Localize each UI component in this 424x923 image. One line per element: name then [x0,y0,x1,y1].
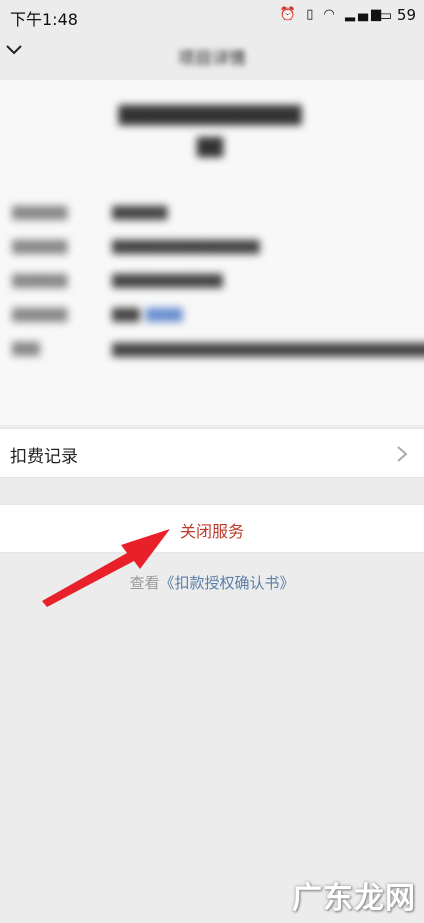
watermark: 广东龙网 [292,881,416,916]
detail-row-label: ██████ [12,274,68,288]
wifi-icon: ◠ [323,7,338,22]
detail-row: ███ ████████████████████████████████████… [12,334,424,414]
project-title: ██████████████ ██ [70,100,350,164]
battery-icon: ▭ [377,6,393,24]
detail-row: ██████ ████████████████ [12,232,402,266]
detail-row-value: ████████████ [112,274,223,288]
detail-rows: ██████ ██████ ██████ ████████████████ ██… [12,198,424,414]
alarm-icon: ⏰ [279,7,300,22]
detail-row: ██████ ███ ████ [12,300,402,334]
detail-row-label: ██████ [12,240,68,254]
project-title-line-2: ██ [196,138,224,158]
status-bar: 下午1:48 ⏰ ▯ ◠ ▂▄▆ ▭ 59 [0,0,424,30]
detail-row-label: ███ [12,342,40,356]
fee-records-label: 扣费记录 [10,447,78,467]
status-icons: ⏰ ▯ ◠ ▂▄▆ [280,7,384,22]
status-time: 下午1:48 [10,10,78,29]
page-title: 项目详情 [178,49,246,69]
vibrate-icon: ▯ [306,7,317,22]
detail-row-value: ██████ [112,206,168,220]
detail-row: ██████ ████████████ [12,266,402,300]
battery-indicator: ▭ 59 [378,6,416,24]
detail-row-label: ██████ [12,206,68,220]
detail-row: ██████ ██████ [12,198,402,232]
red-arrow-annotation [42,529,170,607]
fee-records-row[interactable]: 扣费记录 [0,428,424,478]
detail-row-label: ██████ [12,308,68,322]
project-detail-card: ██████████████ ██ ██████ ██████ ██████ █… [0,80,424,425]
nav-bar: 项目详情 [0,30,424,80]
detail-row-value-text: ███ [112,308,140,322]
detail-row-value: ████████████████ [112,240,260,254]
detail-row-link[interactable]: ████ [146,308,183,322]
battery-level: 59 [396,6,416,24]
detail-row-value: ███ ████ [112,308,382,322]
chevron-right-icon [397,446,408,462]
detail-row-description: ████████████████████████████████████████… [112,343,424,357]
project-title-line-1: ██████████████ [118,106,302,126]
